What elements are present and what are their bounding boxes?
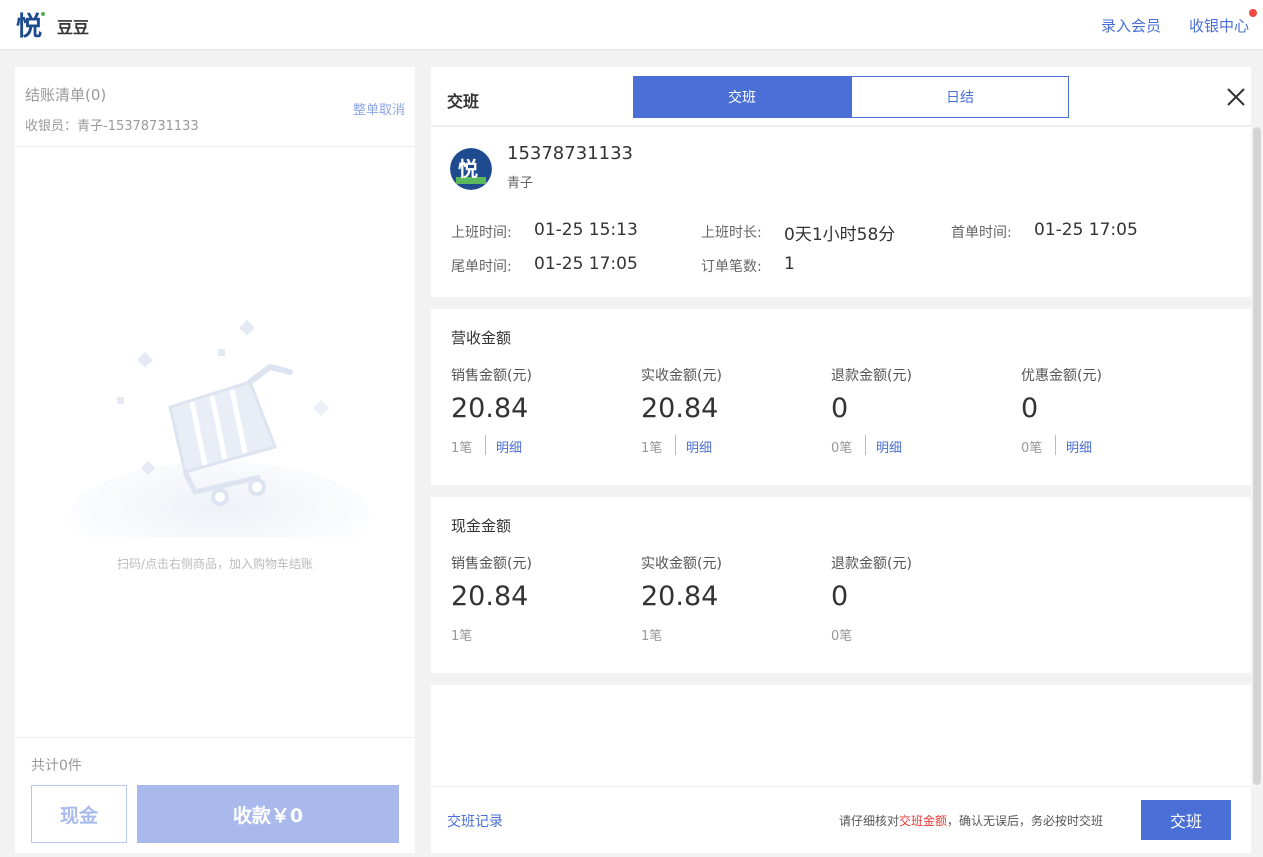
- metric-count: 1笔: [451, 629, 473, 644]
- brand-logo-icon: 悦: [16, 11, 45, 40]
- metric-value: 20.84: [641, 581, 719, 612]
- metric-divider: [675, 435, 676, 455]
- cashier-center-link[interactable]: 收银中心: [1189, 15, 1249, 36]
- tab-daily-close[interactable]: 日结: [851, 76, 1069, 118]
- cash-card: 现金金额 销售金额(元) 20.84 1笔 实收金额(元) 20.84 1笔 退…: [431, 497, 1251, 673]
- metric-count: 1笔: [451, 441, 473, 456]
- total-count: 共计0件: [31, 758, 82, 774]
- revenue-sales-metric: 销售金额(元) 20.84 1笔 明细: [451, 365, 641, 465]
- metric-label: 退款金额(元): [831, 556, 912, 572]
- shift-scrollbar[interactable]: [1252, 127, 1262, 787]
- revenue-received-metric: 实收金额(元) 20.84 1笔 明细: [641, 365, 831, 465]
- revenue-title: 营收金额: [451, 329, 512, 347]
- last-order-value: 01-25 17:05: [534, 254, 638, 274]
- received-detail-link[interactable]: 明细: [686, 437, 712, 456]
- metric-value: 0: [1021, 393, 1039, 424]
- refund-detail-link[interactable]: 明细: [876, 437, 902, 456]
- metric-value: 20.84: [451, 393, 529, 424]
- metric-label: 销售金额(元): [451, 556, 532, 572]
- cash-sales-metric: 销售金额(元) 20.84 1笔: [451, 553, 641, 653]
- metric-label: 实收金额(元): [641, 556, 722, 572]
- metric-label: 实收金额(元): [641, 368, 722, 384]
- collect-payment-button[interactable]: 收款￥0: [137, 785, 399, 843]
- cart-panel: 结账清单(0) 收银员：青子-15378731133 整单取消 扫码/点击右侧商…: [15, 67, 415, 853]
- scrollbar-thumb[interactable]: [1253, 127, 1261, 785]
- submit-shift-button[interactable]: 交班: [1141, 800, 1231, 840]
- user-name: 青子: [507, 176, 534, 191]
- user-info-card: 悦 15378731133 青子 上班时间: 01-25 15:13 上班时长:…: [431, 127, 1251, 297]
- metric-label: 退款金额(元): [831, 368, 912, 384]
- close-icon[interactable]: [1224, 85, 1248, 109]
- enter-member-link[interactable]: 录入会员: [1101, 15, 1161, 36]
- blank-card: [431, 685, 1251, 786]
- metric-value: 0: [831, 581, 849, 612]
- top-bar: 悦 豆豆 录入会员 收银中心: [0, 0, 1263, 50]
- first-order-value: 01-25 17:05: [1034, 220, 1138, 240]
- metric-label: 销售金额(元): [451, 368, 532, 384]
- revenue-refund-metric: 退款金额(元) 0 0笔 明细: [831, 365, 1021, 465]
- shift-notice: 请仔细核对交班金额，确认无误后，务必按时交班: [839, 812, 1103, 829]
- user-phone: 15378731133: [507, 143, 633, 164]
- notice-highlight: 交班金额: [899, 814, 948, 828]
- cash-title: 现金金额: [451, 517, 512, 535]
- shift-header: 交班 交班 日结: [431, 67, 1251, 126]
- start-time-label: 上班时间:: [451, 225, 512, 241]
- cash-button[interactable]: 现金: [31, 785, 127, 843]
- metric-count: 0笔: [831, 629, 853, 644]
- discount-detail-link[interactable]: 明细: [1066, 437, 1092, 456]
- metric-count: 0笔: [831, 441, 853, 456]
- store-name: 豆豆: [57, 18, 90, 37]
- cash-refund-metric: 退款金额(元) 0 0笔: [831, 553, 1021, 653]
- metric-count: 1笔: [641, 629, 663, 644]
- cart-header: 结账清单(0) 收银员：青子-15378731133 整单取消: [15, 67, 415, 147]
- svg-text:悦: 悦: [16, 11, 42, 40]
- duration-label: 上班时长:: [701, 225, 762, 241]
- sales-detail-link[interactable]: 明细: [496, 437, 522, 456]
- cart-footer: 共计0件 现金 收款￥0: [15, 737, 415, 853]
- order-count-value: 1: [784, 254, 795, 274]
- empty-cart-tip: 扫码/点击右侧商品，加入购物车结账: [116, 557, 314, 571]
- shift-panel: 交班 交班 日结 悦 15378731133 青子 上班时间: 01-25 15…: [431, 67, 1251, 853]
- metric-count: 0笔: [1021, 441, 1043, 456]
- metric-value: 0: [831, 393, 849, 424]
- last-order-label: 尾单时间:: [451, 259, 512, 275]
- duration-value: 0天1小时58分: [784, 225, 896, 245]
- revenue-card: 营收金额 销售金额(元) 20.84 1笔 明细 实收金额(元) 20.84 1…: [431, 309, 1251, 485]
- notification-dot: [1249, 9, 1257, 17]
- cashier-info: 收银员：青子-15378731133: [25, 119, 199, 134]
- revenue-discount-metric: 优惠金额(元) 0 0笔 明细: [1021, 365, 1211, 465]
- order-count-label: 订单笔数:: [701, 259, 762, 275]
- tab-shift[interactable]: 交班: [633, 76, 851, 118]
- metric-divider: [485, 435, 486, 455]
- metric-value: 20.84: [451, 581, 529, 612]
- svg-text:悦: 悦: [458, 157, 478, 181]
- shift-title: 交班: [447, 92, 480, 111]
- metric-value: 20.84: [641, 393, 719, 424]
- metric-label: 优惠金额(元): [1021, 368, 1102, 384]
- notice-prefix: 请仔细核对: [839, 814, 900, 828]
- metric-divider: [1055, 435, 1056, 455]
- metric-count: 1笔: [641, 441, 663, 456]
- cancel-all-button[interactable]: 整单取消: [353, 99, 405, 118]
- start-time-value: 01-25 15:13: [534, 220, 638, 240]
- empty-cart-icon: [70, 319, 370, 537]
- first-order-label: 首单时间:: [951, 225, 1012, 241]
- shift-record-link[interactable]: 交班记录: [447, 811, 503, 831]
- cart-title: 结账清单(0): [25, 86, 107, 104]
- shift-footer: 交班记录 请仔细核对交班金额，确认无误后，务必按时交班 交班: [431, 786, 1251, 853]
- notice-suffix: ，确认无误后，务必按时交班: [947, 814, 1104, 828]
- user-avatar: 悦: [450, 148, 492, 190]
- metric-divider: [865, 435, 866, 455]
- cash-received-metric: 实收金额(元) 20.84 1笔: [641, 553, 831, 653]
